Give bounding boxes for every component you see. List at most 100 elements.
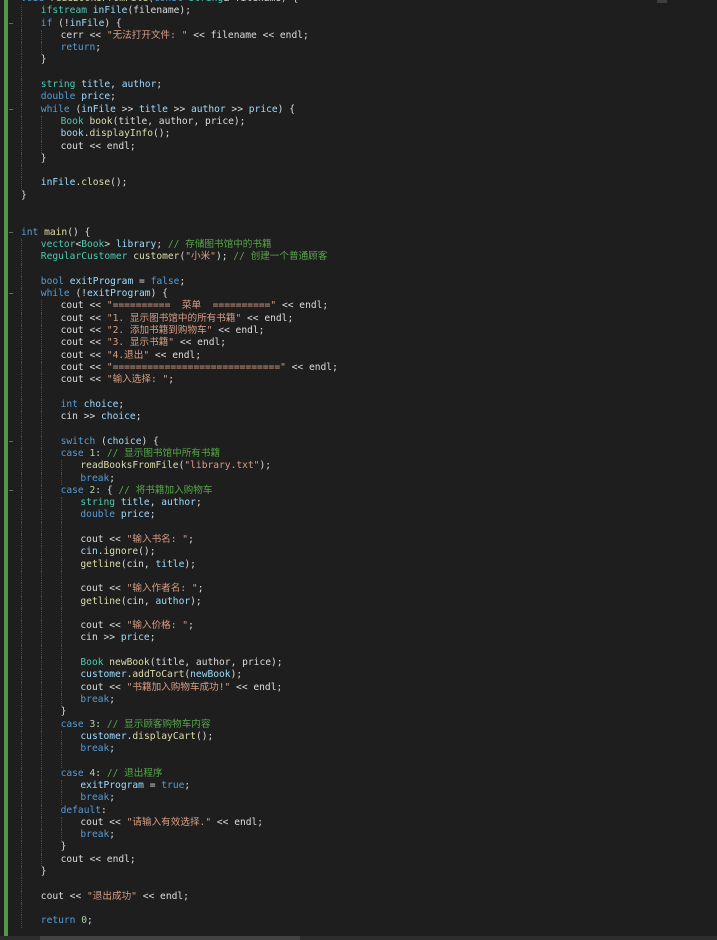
- code-line[interactable]: case 4: // 退出程序: [18, 767, 717, 780]
- fold-toggle-icon[interactable]: −: [6, 227, 16, 239]
- code-line[interactable]: getline(cin, title);: [18, 558, 717, 571]
- indent-guide: [21, 312, 23, 326]
- code-line[interactable]: break;: [18, 792, 717, 805]
- code-line[interactable]: case 1: // 显示图书馆中所有书籍: [18, 447, 717, 461]
- fold-toggle-icon[interactable]: −: [6, 18, 16, 30]
- code-line[interactable]: book.displayInfo();: [18, 128, 717, 141]
- code-token-plain: cout <<: [60, 337, 107, 349]
- code-line[interactable]: string title, author;: [18, 79, 717, 92]
- indent-guide: [21, 853, 23, 867]
- code-line[interactable]: Book newBook(title, author, price);: [18, 657, 717, 670]
- code-line[interactable]: [18, 214, 717, 226]
- code-line[interactable]: cout << "请输入有效选择." << endl;: [18, 816, 717, 830]
- code-line[interactable]: [18, 570, 717, 584]
- code-line[interactable]: cin >> price;: [18, 632, 717, 645]
- code-line[interactable]: }: [18, 190, 717, 202]
- indent-guide: [21, 263, 23, 276]
- fold-toggle-icon[interactable]: −: [6, 485, 16, 497]
- code-line[interactable]: cout << "========== 菜单 ==========" << en…: [18, 300, 717, 313]
- code-line[interactable]: string title, author;: [18, 497, 717, 510]
- code-line[interactable]: cout << "1. 显示图书馆中的所有书籍" << endl;: [18, 312, 717, 326]
- code-line[interactable]: − int main() {: [9, 227, 717, 239]
- code-line[interactable]: cout << "书籍加入购物车成功!" << endl;: [18, 681, 717, 694]
- code-line[interactable]: [18, 423, 717, 436]
- code-line[interactable]: int choice;: [18, 398, 717, 412]
- code-line[interactable]: cout << "输入选择: ";: [18, 374, 717, 387]
- code-line[interactable]: [18, 878, 717, 891]
- code-line[interactable]: ifstream inFile(filename);: [18, 5, 717, 18]
- code-line[interactable]: [18, 521, 717, 535]
- code-line[interactable]: double price;: [18, 91, 717, 104]
- indent-guide: [21, 816, 23, 830]
- code-line[interactable]: [18, 644, 717, 658]
- code-line[interactable]: [18, 165, 717, 178]
- code-line[interactable]: Book book(title, author, price);: [18, 115, 717, 129]
- code-line[interactable]: case 3: // 显示顾客购物车内容: [18, 718, 717, 731]
- code-token-plain: (!: [75, 288, 88, 300]
- scrollbar-thumb[interactable]: [40, 936, 300, 940]
- code-line[interactable]: readBooksFromFile("library.txt");: [18, 460, 717, 473]
- code-line[interactable]: cout << "3. 显示书籍" << endl;: [18, 337, 717, 350]
- code-line[interactable]: exitProgram = true;: [18, 780, 717, 793]
- code-line[interactable]: }: [18, 706, 717, 719]
- code-line[interactable]: cout << "4.退出" << endl;: [18, 349, 717, 362]
- code-line[interactable]: cout << "2. 添加书籍到购物车" << endl;: [18, 325, 717, 338]
- code-line[interactable]: [18, 263, 717, 276]
- code-line[interactable]: [18, 607, 717, 621]
- code-line[interactable]: [18, 66, 717, 80]
- code-line[interactable]: cout << "输入书名: ";: [18, 534, 717, 547]
- fold-toggle-icon[interactable]: −: [6, 104, 16, 116]
- code-line[interactable]: cout << "输入作者名: ";: [18, 583, 717, 596]
- code-line[interactable]: cout << "=============================" …: [18, 361, 717, 375]
- horizontal-scrollbar[interactable]: [0, 936, 717, 940]
- code-line[interactable]: break;: [18, 472, 717, 485]
- code-line[interactable]: getline(cin, author);: [18, 595, 717, 608]
- code-line[interactable]: cin >> choice;: [18, 411, 717, 424]
- code-line[interactable]: − while (!exitProgram) {: [9, 288, 717, 301]
- code-token-plain: ;: [118, 398, 125, 410]
- code-token-plain: ;: [168, 374, 175, 386]
- code-line[interactable]: vector<Book> library; // 存储图书馆中的书籍: [18, 238, 717, 252]
- code-line[interactable]: − case 2: { // 将书籍加入购物车: [9, 484, 717, 498]
- code-line[interactable]: customer.addToCart(newBook);: [18, 669, 717, 682]
- code-line[interactable]: customer.displayCart();: [18, 730, 717, 744]
- code-line[interactable]: [18, 902, 717, 916]
- fold-toggle-icon[interactable]: −: [6, 436, 16, 448]
- code-line[interactable]: return;: [18, 42, 717, 55]
- code-line[interactable]: break;: [18, 743, 717, 756]
- code-line[interactable]: }: [18, 841, 717, 854]
- code-line[interactable]: cerr << "无法打开文件: " << filename << endl;: [18, 29, 717, 43]
- code-line[interactable]: − if (!inFile) {: [9, 17, 717, 30]
- code-line[interactable]: [18, 202, 717, 214]
- code-line[interactable]: break;: [18, 693, 717, 707]
- code-line[interactable]: cout << "输入价格: ";: [18, 620, 717, 633]
- code-editor[interactable]: void readBooksFromFile(const string& fil…: [0, 0, 717, 940]
- code-line[interactable]: bool exitProgram = false;: [18, 275, 717, 289]
- code-line[interactable]: default:: [18, 804, 717, 817]
- code-line[interactable]: cin.ignore();: [18, 546, 717, 559]
- fold-toggle-icon[interactable]: −: [6, 288, 16, 300]
- code-line[interactable]: return 0;: [18, 915, 717, 928]
- code-token-plain: cout <<: [60, 349, 107, 361]
- code-line[interactable]: }: [18, 866, 717, 879]
- indent-guide: [21, 497, 23, 510]
- indent-guide: [60, 509, 63, 522]
- code-line[interactable]: − while (inFile >> title >> author >> pri…: [9, 103, 717, 116]
- code-line[interactable]: cout << endl;: [18, 140, 717, 153]
- code-line[interactable]: inFile.close();: [18, 177, 717, 190]
- code-line[interactable]: double price;: [18, 509, 717, 522]
- code-line[interactable]: cout << endl;: [18, 853, 717, 867]
- code-line[interactable]: }: [18, 152, 717, 166]
- code-line[interactable]: [18, 386, 717, 399]
- indent-guide: [21, 251, 23, 264]
- code-line[interactable]: − switch (choice) {: [9, 435, 717, 448]
- code-token-variable: customer: [80, 730, 127, 742]
- code-token-variable: title: [139, 103, 168, 115]
- code-line[interactable]: [18, 755, 717, 768]
- code-line[interactable]: cout << "退出成功" << endl;: [18, 890, 717, 903]
- code-line[interactable]: RegularCustomer customer("小米"); // 创建一个普…: [18, 251, 717, 264]
- code-line[interactable]: }: [18, 54, 717, 67]
- code-lines[interactable]: void readBooksFromFile(const string& fil…: [9, 0, 717, 928]
- indent-guide: [60, 497, 63, 510]
- code-line[interactable]: break;: [18, 829, 717, 842]
